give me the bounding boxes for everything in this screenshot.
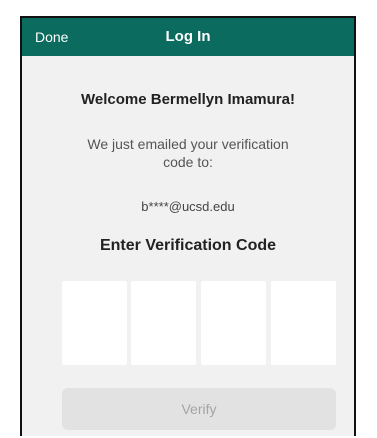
enter-code-heading: Enter Verification Code — [99, 237, 277, 254]
code-digit-2-input[interactable] — [131, 281, 196, 365]
page-title: Log In — [165, 28, 211, 45]
navigation-bar: Done Log In — [22, 18, 354, 56]
code-digit-1-input[interactable] — [62, 281, 127, 365]
verification-code-input-group — [62, 281, 336, 365]
code-digit-4-input[interactable] — [271, 281, 336, 365]
masked-email: b****@ucsd.edu — [141, 199, 235, 214]
verify-button[interactable]: Verify — [62, 388, 336, 430]
done-button[interactable]: Done — [35, 18, 68, 56]
emailed-message: We just emailed your verification code t… — [87, 136, 289, 170]
login-screen: Done Log In Welcome Bermellyn Imamura! W… — [20, 16, 356, 436]
welcome-heading: Welcome Bermellyn Imamura! — [81, 91, 295, 108]
code-digit-3-input[interactable] — [201, 281, 266, 365]
